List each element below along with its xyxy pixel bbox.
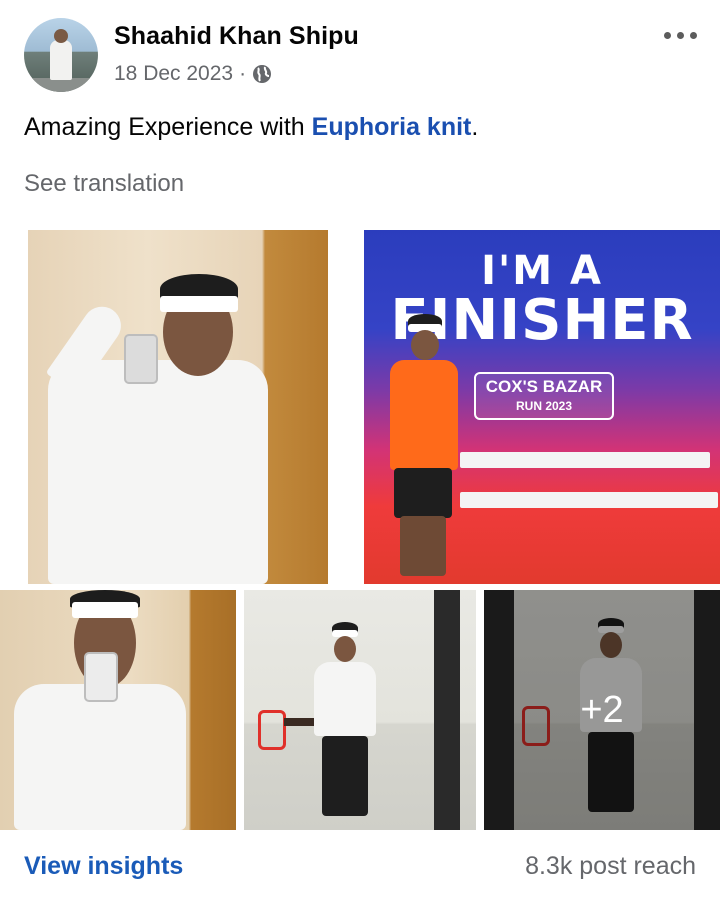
post-footer: View insights 8.3k post reach: [0, 830, 720, 915]
more-photos-count: +2: [580, 688, 624, 731]
avatar-background: [24, 78, 98, 92]
avatar-head: [54, 29, 68, 43]
more-photos-overlay[interactable]: +2: [484, 590, 720, 830]
more-options-button[interactable]: [660, 20, 700, 50]
hoodie: [14, 684, 186, 830]
hoodie: [314, 662, 376, 736]
headband: [160, 296, 238, 312]
person-figure: [244, 590, 476, 830]
meta-separator: ·: [239, 62, 247, 85]
more-dots-icon: [663, 31, 671, 39]
photo-5[interactable]: +2: [484, 590, 720, 830]
hoodie: [48, 360, 268, 584]
post-reach: 8.3k post reach: [525, 852, 696, 880]
post-meta: 18 Dec 2023 ·: [114, 62, 272, 86]
running-shirt: [390, 360, 458, 470]
legs: [322, 736, 368, 816]
photo-3[interactable]: [0, 590, 236, 830]
globe-icon[interactable]: [252, 64, 272, 84]
post-text: Amazing Experience with Euphoria knit.: [24, 113, 478, 142]
more-dot: [676, 31, 684, 39]
photo-2[interactable]: I'M A FINISHER COX'S BAZAR RUN 2023: [364, 230, 720, 584]
photo-1[interactable]: [28, 230, 328, 584]
avatar-figure: [50, 40, 72, 80]
post-text-suffix: .: [471, 113, 479, 141]
tagged-page-link[interactable]: Euphoria knit: [312, 113, 472, 141]
author-avatar[interactable]: [24, 18, 98, 92]
see-translation-link[interactable]: See translation: [24, 170, 184, 198]
photo-grid: I'M A FINISHER COX'S BAZAR RUN 2023 +2: [0, 230, 720, 830]
shorts: [394, 468, 452, 518]
view-insights-link[interactable]: View insights: [24, 852, 183, 881]
post-date[interactable]: 18 Dec 2023: [114, 62, 233, 86]
more-dot: [689, 31, 697, 39]
post-text-prefix: Amazing Experience with: [24, 113, 312, 141]
person-figure: [28, 230, 328, 584]
phone: [84, 652, 118, 702]
author-name[interactable]: Shaahid Khan Shipu: [114, 22, 359, 51]
face: [411, 330, 439, 360]
photo-4[interactable]: [244, 590, 476, 830]
phone: [124, 334, 158, 384]
legs: [400, 516, 446, 576]
person-figure: [0, 590, 236, 830]
face: [334, 636, 356, 662]
runner-figure: [364, 230, 720, 584]
headband: [72, 602, 138, 618]
post-header: Shaahid Khan Shipu 18 Dec 2023 ·: [0, 0, 720, 100]
